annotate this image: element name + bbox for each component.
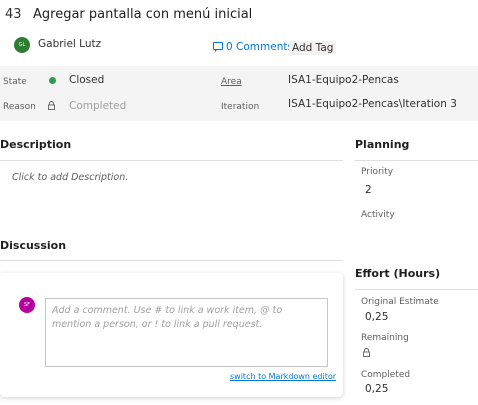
remaining-label: Remaining [361, 333, 409, 343]
divider [355, 289, 478, 290]
activity-label: Activity [361, 210, 395, 220]
divider [355, 160, 478, 161]
iteration-field[interactable]: ISA1-Equipo2-Pencas\Iteration 3 [288, 98, 457, 110]
completed-field[interactable]: 0,25 [365, 383, 388, 395]
state-label: State [3, 77, 27, 87]
owner-avatar: GL [14, 37, 30, 53]
priority-label: Priority [361, 167, 394, 177]
work-item-id: 43 [5, 7, 22, 22]
divider [0, 260, 343, 261]
lock-icon [48, 101, 55, 110]
area-field[interactable]: ISA1-Equipo2-Pencas [288, 74, 399, 86]
lock-icon [363, 348, 370, 357]
state-dropdown[interactable]: Closed [69, 74, 104, 86]
user-avatar: SF [19, 297, 35, 313]
description-title: Description [0, 138, 72, 151]
comment-input[interactable]: Add a comment. Use # to link a work item… [45, 298, 328, 367]
comment-icon [213, 42, 223, 52]
area-label: Area [221, 77, 242, 87]
comments-link[interactable]: 0 Comments [226, 41, 293, 53]
planning-title: Planning [355, 138, 410, 151]
completed-label: Completed [361, 370, 411, 380]
discussion-title: Discussion [0, 239, 67, 252]
assigned-to-field[interactable]: Gabriel Lutz [38, 38, 101, 50]
description-editor[interactable]: Click to add Description. [12, 172, 128, 183]
iteration-label: Iteration [221, 102, 260, 112]
markdown-editor-link[interactable]: switch to Markdown editor [230, 372, 336, 381]
divider [0, 160, 343, 161]
add-tag-button[interactable]: Add Tag [289, 41, 337, 55]
reason-field: Completed [69, 100, 127, 112]
reason-label: Reason [3, 102, 36, 112]
work-item-title[interactable]: Agregar pantalla con menú inicial [33, 7, 252, 22]
priority-field[interactable]: 2 [365, 184, 372, 196]
effort-title: Effort (Hours) [355, 267, 441, 280]
original-estimate-label: Original Estimate [361, 297, 439, 307]
state-closed-icon [49, 77, 56, 84]
original-estimate-field[interactable]: 0,25 [365, 311, 388, 323]
